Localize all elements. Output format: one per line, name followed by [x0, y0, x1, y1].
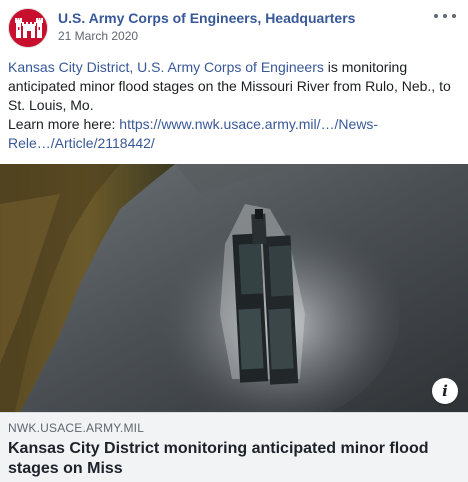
post-header: U.S. Army Corps of Engineers, Headquarte…: [8, 8, 460, 48]
link-title[interactable]: Kansas City District monitoring anticipa…: [8, 439, 458, 479]
page-avatar[interactable]: [8, 8, 48, 48]
post-message: Kansas City District, U.S. Army Corps of…: [8, 58, 460, 153]
river-barge-photo: [0, 164, 468, 412]
link-preview-image[interactable]: i: [0, 164, 468, 412]
learn-more-label: Learn more here:: [8, 116, 120, 132]
page-name-link[interactable]: U.S. Army Corps of Engineers, Headquarte…: [58, 10, 355, 26]
link-domain: NWK.USACE.ARMY.MIL: [8, 421, 145, 435]
facebook-post-card: U.S. Army Corps of Engineers, Headquarte…: [0, 0, 468, 482]
post-timestamp[interactable]: 21 March 2020: [58, 29, 138, 43]
district-mention-link[interactable]: Kansas City District, U.S. Army Corps of…: [8, 59, 324, 75]
link-preview-caption[interactable]: NWK.USACE.ARMY.MIL Kansas City District …: [0, 412, 468, 482]
more-options-icon[interactable]: [434, 8, 456, 24]
castle-logo-icon: [9, 9, 47, 47]
info-icon[interactable]: i: [432, 378, 458, 404]
